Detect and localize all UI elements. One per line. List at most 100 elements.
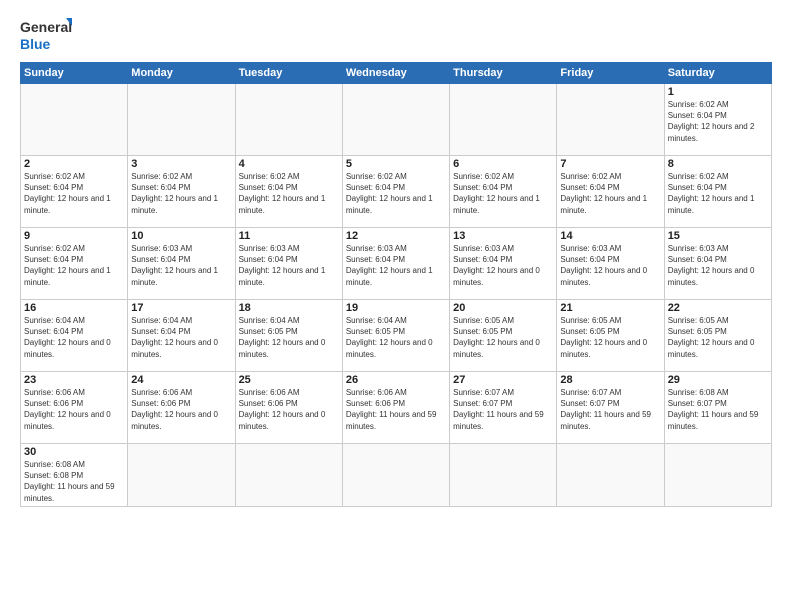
day-info: Sunrise: 6:06 AMSunset: 6:06 PMDaylight:…: [24, 387, 124, 432]
weekday-header-tuesday: Tuesday: [235, 63, 342, 84]
day-info: Sunrise: 6:03 AMSunset: 6:04 PMDaylight:…: [346, 243, 446, 288]
day-info: Sunrise: 6:02 AMSunset: 6:04 PMDaylight:…: [668, 99, 768, 144]
calendar-cell: 16Sunrise: 6:04 AMSunset: 6:04 PMDayligh…: [21, 300, 128, 372]
calendar-cell: 19Sunrise: 6:04 AMSunset: 6:05 PMDayligh…: [342, 300, 449, 372]
calendar-week-row: 9Sunrise: 6:02 AMSunset: 6:04 PMDaylight…: [21, 228, 772, 300]
weekday-header-row: SundayMondayTuesdayWednesdayThursdayFrid…: [21, 63, 772, 84]
day-number: 22: [668, 302, 768, 314]
day-number: 20: [453, 302, 553, 314]
calendar-cell: 13Sunrise: 6:03 AMSunset: 6:04 PMDayligh…: [450, 228, 557, 300]
day-number: 19: [346, 302, 446, 314]
day-number: 30: [24, 446, 124, 458]
calendar-cell: [664, 444, 771, 507]
calendar-cell: 15Sunrise: 6:03 AMSunset: 6:04 PMDayligh…: [664, 228, 771, 300]
day-number: 12: [346, 230, 446, 242]
day-info: Sunrise: 6:02 AMSunset: 6:04 PMDaylight:…: [24, 171, 124, 216]
calendar-cell: 12Sunrise: 6:03 AMSunset: 6:04 PMDayligh…: [342, 228, 449, 300]
calendar-cell: 17Sunrise: 6:04 AMSunset: 6:04 PMDayligh…: [128, 300, 235, 372]
day-number: 13: [453, 230, 553, 242]
calendar-cell: 18Sunrise: 6:04 AMSunset: 6:05 PMDayligh…: [235, 300, 342, 372]
day-info: Sunrise: 6:03 AMSunset: 6:04 PMDaylight:…: [668, 243, 768, 288]
calendar-week-row: 30Sunrise: 6:08 AMSunset: 6:08 PMDayligh…: [21, 444, 772, 507]
day-info: Sunrise: 6:03 AMSunset: 6:04 PMDaylight:…: [131, 243, 231, 288]
day-number: 21: [560, 302, 660, 314]
day-info: Sunrise: 6:02 AMSunset: 6:04 PMDaylight:…: [668, 171, 768, 216]
day-number: 2: [24, 158, 124, 170]
day-number: 15: [668, 230, 768, 242]
day-info: Sunrise: 6:02 AMSunset: 6:04 PMDaylight:…: [346, 171, 446, 216]
day-info: Sunrise: 6:06 AMSunset: 6:06 PMDaylight:…: [131, 387, 231, 432]
calendar-week-row: 2Sunrise: 6:02 AMSunset: 6:04 PMDaylight…: [21, 156, 772, 228]
weekday-header-saturday: Saturday: [664, 63, 771, 84]
day-number: 27: [453, 374, 553, 386]
day-info: Sunrise: 6:04 AMSunset: 6:04 PMDaylight:…: [24, 315, 124, 360]
svg-text:General: General: [20, 19, 72, 35]
day-info: Sunrise: 6:04 AMSunset: 6:05 PMDaylight:…: [346, 315, 446, 360]
day-number: 25: [239, 374, 339, 386]
day-number: 6: [453, 158, 553, 170]
weekday-header-sunday: Sunday: [21, 63, 128, 84]
calendar-cell: 25Sunrise: 6:06 AMSunset: 6:06 PMDayligh…: [235, 372, 342, 444]
day-number: 5: [346, 158, 446, 170]
page: General Blue SundayMondayTuesdayWednesda…: [0, 0, 792, 612]
day-info: Sunrise: 6:06 AMSunset: 6:06 PMDaylight:…: [346, 387, 446, 432]
day-number: 28: [560, 374, 660, 386]
day-info: Sunrise: 6:03 AMSunset: 6:04 PMDaylight:…: [560, 243, 660, 288]
calendar-cell: [235, 444, 342, 507]
calendar-cell: 28Sunrise: 6:07 AMSunset: 6:07 PMDayligh…: [557, 372, 664, 444]
weekday-header-thursday: Thursday: [450, 63, 557, 84]
day-number: 29: [668, 374, 768, 386]
day-info: Sunrise: 6:07 AMSunset: 6:07 PMDaylight:…: [453, 387, 553, 432]
calendar-cell: 9Sunrise: 6:02 AMSunset: 6:04 PMDaylight…: [21, 228, 128, 300]
day-number: 1: [668, 86, 768, 98]
calendar-week-row: 1Sunrise: 6:02 AMSunset: 6:04 PMDaylight…: [21, 84, 772, 156]
logo: General Blue: [20, 16, 72, 54]
calendar-cell: 11Sunrise: 6:03 AMSunset: 6:04 PMDayligh…: [235, 228, 342, 300]
calendar-cell: 1Sunrise: 6:02 AMSunset: 6:04 PMDaylight…: [664, 84, 771, 156]
calendar-cell: 21Sunrise: 6:05 AMSunset: 6:05 PMDayligh…: [557, 300, 664, 372]
calendar-cell: 8Sunrise: 6:02 AMSunset: 6:04 PMDaylight…: [664, 156, 771, 228]
calendar-cell: 7Sunrise: 6:02 AMSunset: 6:04 PMDaylight…: [557, 156, 664, 228]
calendar-cell: 3Sunrise: 6:02 AMSunset: 6:04 PMDaylight…: [128, 156, 235, 228]
day-number: 17: [131, 302, 231, 314]
day-number: 8: [668, 158, 768, 170]
calendar-cell: [128, 444, 235, 507]
calendar-cell: 23Sunrise: 6:06 AMSunset: 6:06 PMDayligh…: [21, 372, 128, 444]
calendar-cell: 4Sunrise: 6:02 AMSunset: 6:04 PMDaylight…: [235, 156, 342, 228]
calendar-cell: 26Sunrise: 6:06 AMSunset: 6:06 PMDayligh…: [342, 372, 449, 444]
day-number: 18: [239, 302, 339, 314]
day-info: Sunrise: 6:02 AMSunset: 6:04 PMDaylight:…: [453, 171, 553, 216]
calendar-cell: [557, 444, 664, 507]
day-number: 4: [239, 158, 339, 170]
calendar-cell: 20Sunrise: 6:05 AMSunset: 6:05 PMDayligh…: [450, 300, 557, 372]
calendar-cell: 22Sunrise: 6:05 AMSunset: 6:05 PMDayligh…: [664, 300, 771, 372]
day-number: 16: [24, 302, 124, 314]
svg-text:Blue: Blue: [20, 36, 51, 52]
day-info: Sunrise: 6:04 AMSunset: 6:04 PMDaylight:…: [131, 315, 231, 360]
calendar-cell: 29Sunrise: 6:08 AMSunset: 6:07 PMDayligh…: [664, 372, 771, 444]
day-info: Sunrise: 6:06 AMSunset: 6:06 PMDaylight:…: [239, 387, 339, 432]
day-info: Sunrise: 6:07 AMSunset: 6:07 PMDaylight:…: [560, 387, 660, 432]
calendar-table: SundayMondayTuesdayWednesdayThursdayFrid…: [20, 62, 772, 507]
day-info: Sunrise: 6:02 AMSunset: 6:04 PMDaylight:…: [239, 171, 339, 216]
calendar-cell: 10Sunrise: 6:03 AMSunset: 6:04 PMDayligh…: [128, 228, 235, 300]
weekday-header-monday: Monday: [128, 63, 235, 84]
day-number: 14: [560, 230, 660, 242]
calendar-cell: [557, 84, 664, 156]
day-info: Sunrise: 6:02 AMSunset: 6:04 PMDaylight:…: [24, 243, 124, 288]
calendar-cell: 24Sunrise: 6:06 AMSunset: 6:06 PMDayligh…: [128, 372, 235, 444]
day-info: Sunrise: 6:04 AMSunset: 6:05 PMDaylight:…: [239, 315, 339, 360]
day-info: Sunrise: 6:03 AMSunset: 6:04 PMDaylight:…: [239, 243, 339, 288]
calendar-cell: [450, 84, 557, 156]
calendar-cell: [450, 444, 557, 507]
logo-svg: General Blue: [20, 16, 72, 54]
calendar-cell: [128, 84, 235, 156]
day-number: 23: [24, 374, 124, 386]
calendar-body: 1Sunrise: 6:02 AMSunset: 6:04 PMDaylight…: [21, 84, 772, 507]
calendar-cell: 6Sunrise: 6:02 AMSunset: 6:04 PMDaylight…: [450, 156, 557, 228]
weekday-header-friday: Friday: [557, 63, 664, 84]
day-info: Sunrise: 6:02 AMSunset: 6:04 PMDaylight:…: [560, 171, 660, 216]
day-info: Sunrise: 6:05 AMSunset: 6:05 PMDaylight:…: [668, 315, 768, 360]
calendar-cell: [235, 84, 342, 156]
day-number: 9: [24, 230, 124, 242]
